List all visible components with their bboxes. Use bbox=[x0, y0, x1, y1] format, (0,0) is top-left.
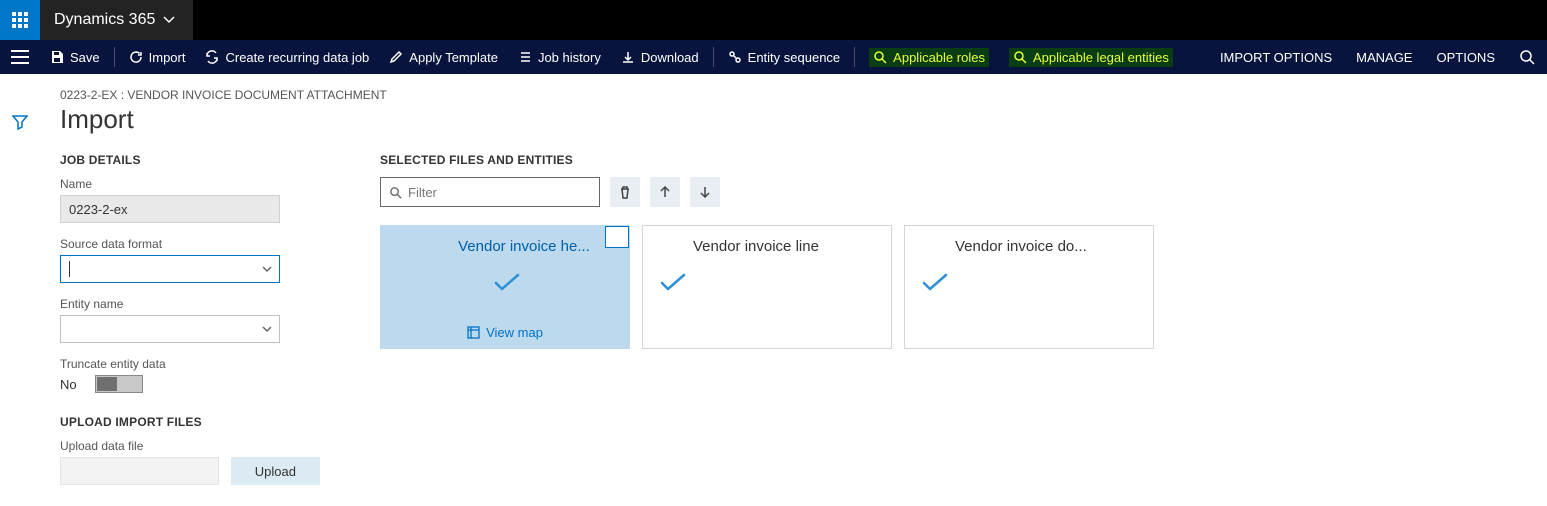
source-format-label: Source data format bbox=[60, 237, 320, 251]
topbar: Dynamics 365 bbox=[0, 0, 1547, 40]
recurring-button[interactable]: Create recurring data job bbox=[195, 40, 379, 74]
manage-label: MANAGE bbox=[1356, 50, 1412, 65]
import-options-label: IMPORT OPTIONS bbox=[1220, 50, 1332, 65]
filter-input[interactable] bbox=[408, 185, 591, 200]
recurring-label: Create recurring data job bbox=[225, 50, 369, 65]
truncate-label: Truncate entity data bbox=[60, 357, 320, 371]
search-icon bbox=[389, 186, 402, 199]
action-toolbar: Save Import Create recurring data job Ap… bbox=[0, 40, 1547, 74]
search-icon bbox=[1013, 50, 1027, 64]
options-label: OPTIONS bbox=[1436, 50, 1495, 65]
save-icon bbox=[50, 50, 64, 64]
job-details-heading: JOB DETAILS bbox=[60, 153, 320, 167]
import-label: Import bbox=[149, 50, 186, 65]
breadcrumb: 0223-2-EX : VENDOR INVOICE DOCUMENT ATTA… bbox=[60, 88, 1527, 102]
move-up-button[interactable] bbox=[650, 177, 680, 207]
entity-card[interactable]: Vendor invoice he... View map bbox=[380, 225, 630, 349]
chevron-down-icon bbox=[261, 263, 273, 278]
job-details-panel: JOB DETAILS Name Source data format Enti… bbox=[60, 153, 320, 485]
brand-menu[interactable]: Dynamics 365 bbox=[40, 0, 193, 40]
source-format-select[interactable] bbox=[60, 255, 280, 283]
divider bbox=[854, 47, 855, 67]
divider bbox=[114, 47, 115, 67]
global-search-button[interactable] bbox=[1507, 40, 1547, 74]
arrow-up-icon bbox=[658, 185, 672, 199]
upload-button[interactable]: Upload bbox=[231, 457, 320, 485]
upload-label: Upload data file bbox=[60, 439, 320, 453]
upload-file-field[interactable] bbox=[60, 457, 219, 485]
nav-toggle[interactable] bbox=[0, 40, 40, 74]
sequence-icon bbox=[728, 50, 742, 64]
app-launcher[interactable] bbox=[0, 0, 40, 40]
filter-box[interactable] bbox=[380, 177, 600, 207]
list-icon bbox=[518, 50, 532, 64]
waffle-icon bbox=[12, 12, 28, 28]
selected-files-panel: SELECTED FILES AND ENTITIES bbox=[380, 153, 1527, 485]
chevron-down-icon bbox=[261, 323, 273, 338]
name-label: Name bbox=[60, 177, 320, 191]
filter-rail-button[interactable] bbox=[12, 114, 28, 505]
main-area: 0223-2-EX : VENDOR INVOICE DOCUMENT ATTA… bbox=[0, 74, 1547, 505]
chevron-down-icon bbox=[163, 14, 175, 26]
card-title: Vendor invoice do... bbox=[955, 238, 1141, 255]
brand-label: Dynamics 365 bbox=[54, 11, 155, 29]
name-input[interactable] bbox=[60, 195, 280, 223]
card-title: Vendor invoice line bbox=[693, 238, 879, 255]
applicable-entities-button[interactable]: Applicable legal entities bbox=[999, 40, 1183, 74]
content: 0223-2-EX : VENDOR INVOICE DOCUMENT ATTA… bbox=[40, 74, 1547, 505]
entity-name-label: Entity name bbox=[60, 297, 320, 311]
download-label: Download bbox=[641, 50, 699, 65]
download-button[interactable]: Download bbox=[611, 40, 709, 74]
page-title: Import bbox=[60, 104, 1527, 135]
refresh-icon bbox=[129, 50, 143, 64]
filter-icon bbox=[12, 114, 28, 130]
truncate-toggle[interactable] bbox=[95, 375, 143, 393]
applicable-entities-label: Applicable legal entities bbox=[1033, 50, 1169, 65]
entity-sequence-label: Entity sequence bbox=[748, 50, 841, 65]
entity-card[interactable]: Vendor invoice line bbox=[642, 225, 892, 349]
applicable-roles-button[interactable]: Applicable roles bbox=[859, 40, 999, 74]
apply-template-label: Apply Template bbox=[409, 50, 498, 65]
import-options-menu[interactable]: IMPORT OPTIONS bbox=[1208, 40, 1344, 74]
entity-sequence-button[interactable]: Entity sequence bbox=[718, 40, 851, 74]
save-button[interactable]: Save bbox=[40, 40, 110, 74]
options-menu[interactable]: OPTIONS bbox=[1424, 40, 1507, 74]
search-icon bbox=[1519, 49, 1535, 65]
apply-template-button[interactable]: Apply Template bbox=[379, 40, 508, 74]
applicable-roles-label: Applicable roles bbox=[893, 50, 985, 65]
search-icon bbox=[873, 50, 887, 64]
divider bbox=[713, 47, 714, 67]
map-icon bbox=[467, 326, 480, 339]
truncate-value: No bbox=[60, 377, 77, 392]
view-map-link[interactable]: View map bbox=[467, 325, 543, 340]
entity-cards: Vendor invoice he... View map Vendor inv… bbox=[380, 225, 1527, 349]
manage-menu[interactable]: MANAGE bbox=[1344, 40, 1424, 74]
pencil-icon bbox=[389, 50, 403, 64]
move-down-button[interactable] bbox=[690, 177, 720, 207]
job-history-label: Job history bbox=[538, 50, 601, 65]
upload-button-label: Upload bbox=[255, 464, 296, 479]
import-button[interactable]: Import bbox=[119, 40, 196, 74]
hamburger-icon bbox=[11, 50, 29, 64]
check-icon bbox=[921, 273, 1141, 296]
entity-card[interactable]: Vendor invoice do... bbox=[904, 225, 1154, 349]
view-map-label: View map bbox=[486, 325, 543, 340]
recurring-icon bbox=[205, 50, 219, 64]
upload-heading: UPLOAD IMPORT FILES bbox=[60, 415, 320, 429]
delete-button[interactable] bbox=[610, 177, 640, 207]
download-icon bbox=[621, 50, 635, 64]
job-history-button[interactable]: Job history bbox=[508, 40, 611, 74]
selected-files-heading: SELECTED FILES AND ENTITIES bbox=[380, 153, 1527, 167]
check-icon bbox=[493, 273, 521, 296]
arrow-down-icon bbox=[698, 185, 712, 199]
entity-name-select[interactable] bbox=[60, 315, 280, 343]
card-title: Vendor invoice he... bbox=[458, 238, 590, 255]
left-rail bbox=[0, 74, 40, 505]
card-checkbox[interactable] bbox=[605, 226, 629, 248]
check-icon bbox=[659, 273, 879, 296]
trash-icon bbox=[618, 185, 632, 199]
save-label: Save bbox=[70, 50, 100, 65]
